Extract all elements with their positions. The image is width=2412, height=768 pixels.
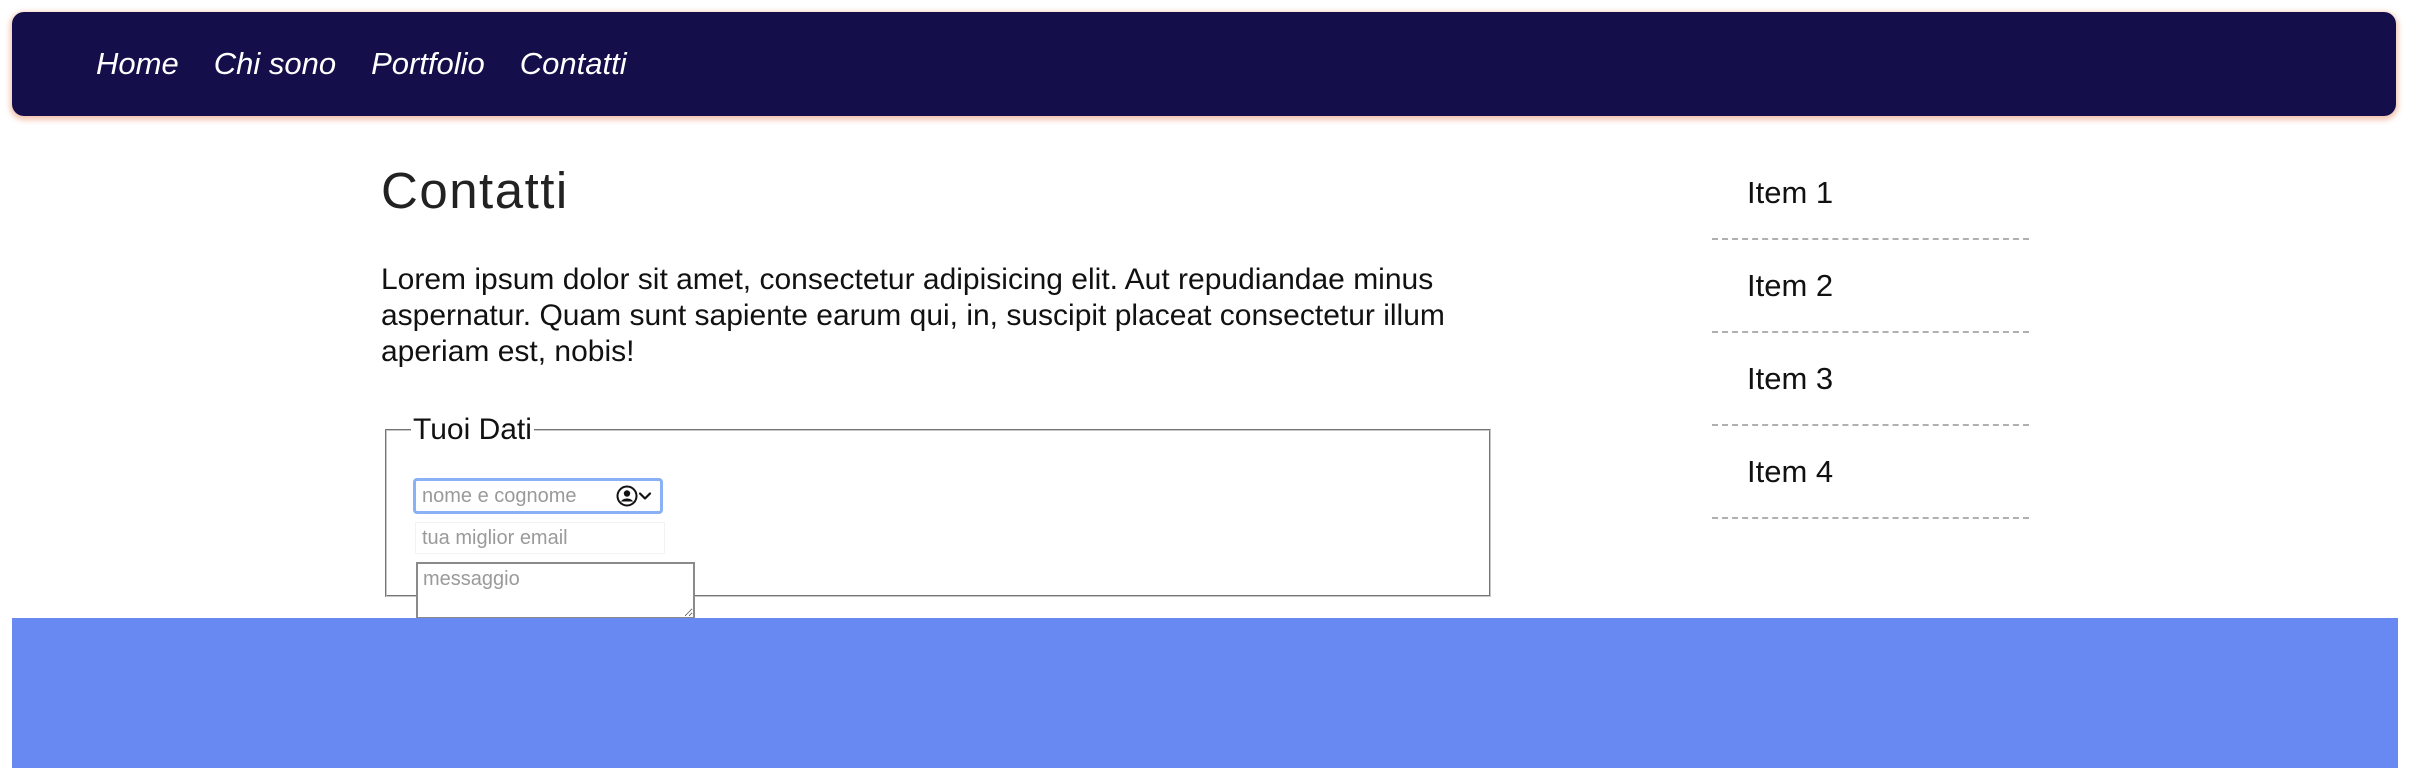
autofill-button[interactable] <box>616 485 652 507</box>
chevron-down-icon <box>638 492 652 500</box>
top-navigation: Home Chi sono Portfolio Contatti <box>12 12 2396 116</box>
footer <box>12 618 2398 768</box>
email-input[interactable] <box>415 522 665 554</box>
sidebar-item-2[interactable]: Item 2 <box>1712 240 2029 333</box>
sidebar-list: Item 1 Item 2 Item 3 Item 4 <box>1712 148 2029 519</box>
sidebar: Item 1 Item 2 Item 3 Item 4 <box>1712 148 2029 519</box>
nav-item-chi-sono: Chi sono <box>214 46 336 82</box>
sidebar-item-4[interactable]: Item 4 <box>1712 426 2029 519</box>
nav-item-contatti: Contatti <box>520 46 627 82</box>
nav-link-chi-sono[interactable]: Chi sono <box>214 46 336 81</box>
page-title: Contatti <box>381 162 569 219</box>
main-content: Contatti Lorem ipsum dolor sit amet, con… <box>381 156 1526 619</box>
nav-item-portfolio: Portfolio <box>371 46 485 82</box>
name-field[interactable] <box>413 478 663 514</box>
contact-fieldset: Tuoi Dati <box>385 413 1491 619</box>
nav-item-home: Home <box>96 46 179 82</box>
nav-link-contatti[interactable]: Contatti <box>520 46 627 81</box>
fieldset-legend: Tuoi Dati <box>413 413 532 446</box>
nav-menu: Home Chi sono Portfolio Contatti <box>12 46 662 82</box>
contact-card-icon <box>616 485 638 507</box>
sidebar-item-3[interactable]: Item 3 <box>1712 333 2029 426</box>
sidebar-item-1[interactable]: Item 1 <box>1712 148 2029 240</box>
nav-link-portfolio[interactable]: Portfolio <box>371 46 485 81</box>
message-textarea[interactable] <box>416 562 695 619</box>
name-input[interactable] <box>416 483 614 509</box>
intro-paragraph: Lorem ipsum dolor sit amet, consectetur … <box>381 263 1445 368</box>
nav-link-home[interactable]: Home <box>96 46 179 81</box>
